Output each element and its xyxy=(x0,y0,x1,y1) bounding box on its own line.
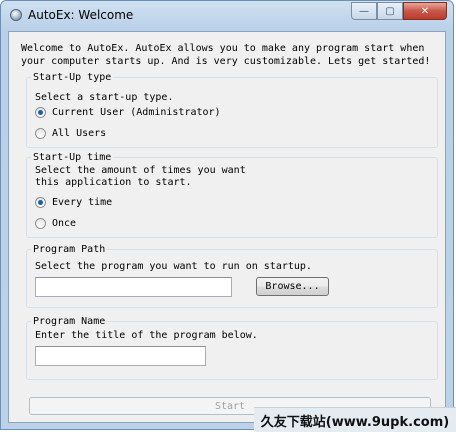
radio-selected-dot xyxy=(38,200,43,205)
program-name-instruction: Enter the title of the program below. xyxy=(35,330,258,341)
radio-once-label: Once xyxy=(52,218,77,229)
startup-time-instruction: Select the amount of times you want this… xyxy=(35,165,246,188)
app-window: AutoEx: Welcome — ▢ ✕ Welcome to AutoEx.… xyxy=(0,0,454,430)
minimize-button[interactable]: — xyxy=(351,2,377,20)
program-name-input[interactable] xyxy=(35,346,206,366)
radio-every-time[interactable]: Every time xyxy=(35,197,112,208)
radio-every-time-label: Every time xyxy=(52,197,113,208)
radio-current-user-circle[interactable] xyxy=(35,107,46,118)
title-bar[interactable]: AutoEx: Welcome — ▢ ✕ xyxy=(1,1,453,31)
watermark-banner: 久友下载站(www.9upk.com) xyxy=(254,407,456,432)
minimize-icon: — xyxy=(359,5,369,17)
client-area: Welcome to AutoEx. AutoEx allows you to … xyxy=(8,31,446,423)
close-button[interactable]: ✕ xyxy=(403,2,447,20)
radio-once[interactable]: Once xyxy=(35,218,76,229)
radio-all-users-label: All Users xyxy=(52,128,107,139)
radio-current-user-label: Current User (Administrator) xyxy=(52,107,221,118)
radio-all-users[interactable]: All Users xyxy=(35,128,106,139)
radio-current-user[interactable]: Current User (Administrator) xyxy=(35,107,221,118)
app-icon xyxy=(10,9,22,21)
startup-type-legend: Start-Up type xyxy=(33,72,112,83)
radio-once-circle[interactable] xyxy=(35,218,46,229)
browse-button[interactable]: Browse... xyxy=(256,277,329,296)
program-name-legend: Program Name xyxy=(33,316,106,327)
welcome-text: Welcome to AutoEx. AutoEx allows you to … xyxy=(21,43,431,67)
maximize-button[interactable]: ▢ xyxy=(377,2,403,20)
program-path-instruction: Select the program you want to run on st… xyxy=(35,261,312,272)
start-button-label: Start xyxy=(214,400,246,412)
browse-button-label: Browse... xyxy=(265,281,320,292)
close-icon: ✕ xyxy=(420,5,430,17)
maximize-icon: ▢ xyxy=(385,5,395,17)
window-title: AutoEx: Welcome xyxy=(28,8,134,22)
program-name-group: Program Name Enter the title of the prog… xyxy=(26,316,438,380)
radio-all-users-circle[interactable] xyxy=(35,128,46,139)
radio-selected-dot xyxy=(38,110,43,115)
program-path-legend: Program Path xyxy=(33,244,106,255)
program-path-input[interactable] xyxy=(35,277,232,297)
radio-every-time-circle[interactable] xyxy=(35,197,46,208)
startup-type-group: Start-Up type Select a start-up type. Cu… xyxy=(26,72,438,148)
program-path-group: Program Path Select the program you want… xyxy=(26,244,438,308)
startup-type-instruction: Select a start-up type. xyxy=(35,92,174,103)
caption-buttons: — ▢ ✕ xyxy=(351,2,447,21)
startup-time-legend: Start-Up time xyxy=(33,152,112,163)
startup-time-group: Start-Up time Select the amount of times… xyxy=(26,152,438,238)
